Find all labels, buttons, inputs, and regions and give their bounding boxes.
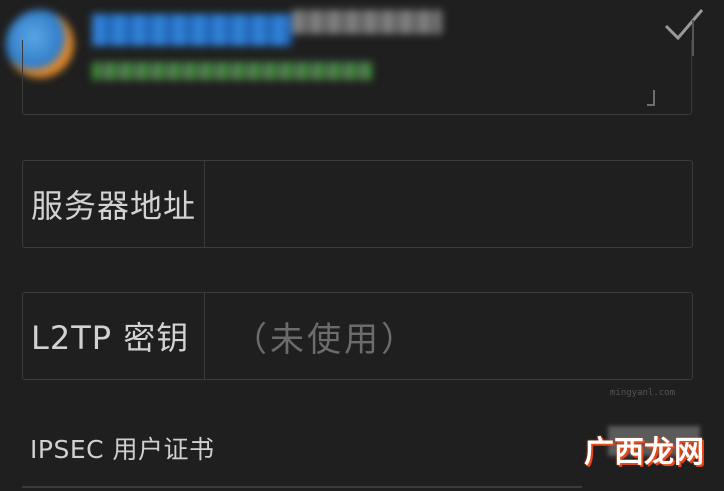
vpn-settings-screen: 服务器地址 L2TP 密钥 （未使用） IPSEC 用户证书 mingyanl.… — [0, 0, 724, 491]
server-address-field[interactable]: 服务器地址 — [22, 160, 693, 248]
ipsec-certificate-label: IPSEC 用户证书 — [30, 435, 215, 464]
watermark-url: mingyanl.com — [610, 388, 676, 398]
dropdown-indicator-icon — [647, 90, 655, 106]
server-address-input[interactable] — [205, 161, 692, 247]
watermark-brand-gray — [292, 10, 442, 34]
l2tp-key-input[interactable]: （未使用） — [205, 293, 692, 379]
site-watermark: 广西龙网 — [564, 423, 714, 483]
scroll-edge — [692, 20, 694, 56]
divider — [22, 486, 582, 488]
l2tp-key-field[interactable]: L2TP 密钥 （未使用） — [22, 292, 693, 380]
previous-field-partial[interactable] — [22, 40, 692, 115]
site-watermark-name: 广西龙网 — [584, 435, 704, 470]
l2tp-key-label: L2TP 密钥 — [23, 293, 205, 379]
server-address-label: 服务器地址 — [23, 161, 205, 247]
